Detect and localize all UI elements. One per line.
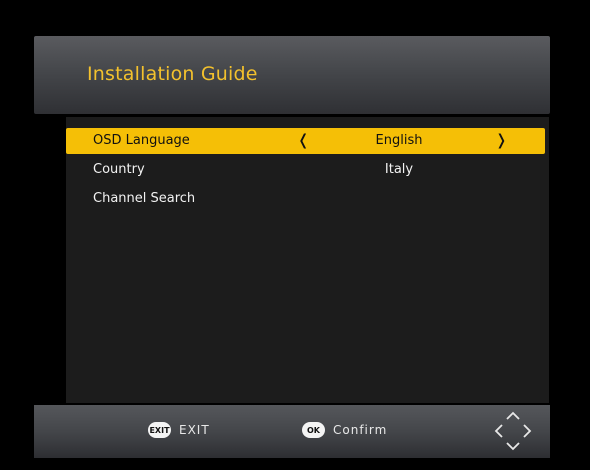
- menu-item-osd-language[interactable]: OSD Language ❬ English ❭: [66, 128, 545, 154]
- ok-button-icon: OK: [302, 422, 325, 438]
- exit-button-icon: EXIT: [148, 422, 171, 438]
- menu-item-country[interactable]: Country Italy: [66, 157, 545, 183]
- menu-item-value: Italy: [384, 162, 414, 177]
- chevron-left-icon[interactable]: ❬: [297, 131, 310, 149]
- confirm-key[interactable]: OK Confirm: [302, 422, 387, 438]
- navigation-arrows-icon: [494, 411, 532, 451]
- page-title: Installation Guide: [87, 63, 258, 85]
- confirm-label: Confirm: [333, 423, 388, 437]
- menu-item-channel-search[interactable]: Channel Search: [66, 186, 545, 212]
- exit-label: EXIT: [179, 423, 210, 437]
- installation-guide-screen: Installation Guide OSD Language ❬ Englis…: [0, 0, 590, 470]
- menu-panel: OSD Language ❬ English ❭ Country Italy C…: [66, 117, 549, 403]
- menu-item-label: OSD Language: [93, 133, 190, 148]
- chevron-right-icon[interactable]: ❭: [495, 131, 508, 149]
- header-bar: Installation Guide: [34, 36, 550, 114]
- menu-item-value: English: [375, 133, 423, 148]
- exit-key[interactable]: EXIT EXIT: [148, 422, 210, 438]
- menu-item-label: Country: [93, 162, 145, 177]
- menu-item-label: Channel Search: [93, 191, 196, 206]
- footer-bar: EXIT EXIT OK Confirm: [34, 405, 550, 458]
